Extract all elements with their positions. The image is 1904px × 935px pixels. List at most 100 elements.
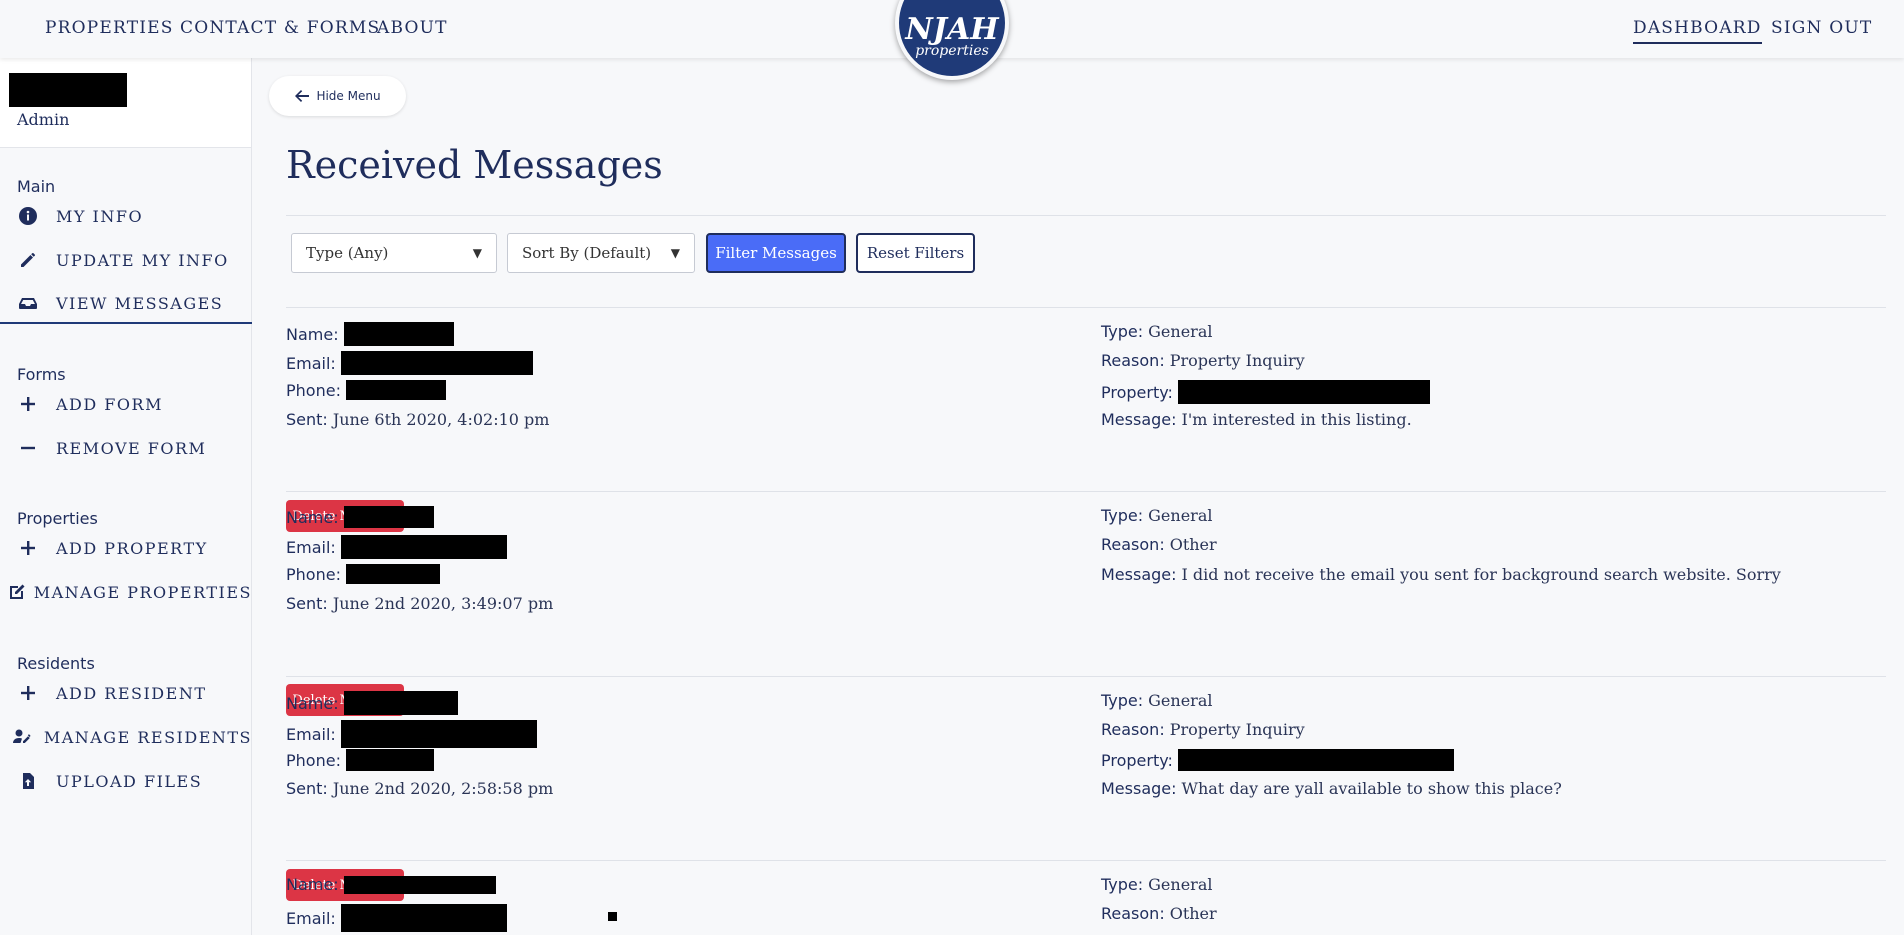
- type-value: General: [1148, 322, 1213, 341]
- main-content: Hide Menu Received Messages Type (Any) ▼…: [253, 58, 1904, 935]
- message-value: I did not receive the email you sent for…: [1181, 565, 1781, 584]
- type-value: General: [1148, 506, 1213, 525]
- minus-icon: [0, 438, 56, 458]
- divider: [286, 860, 1886, 861]
- reason-value: Other: [1169, 535, 1217, 554]
- message-value: I'm interested in this listing.: [1181, 410, 1412, 429]
- redacted-mark: [608, 912, 617, 921]
- type-label: Type:: [1101, 506, 1144, 525]
- type-label: Type:: [1101, 322, 1144, 341]
- property-label: Property:: [1101, 750, 1173, 770]
- page-title: Received Messages: [286, 143, 663, 187]
- sidebar-item-label: REMOVE FORM: [56, 438, 207, 458]
- phone-row: Phone:: [286, 380, 446, 400]
- email-row: Email:: [286, 351, 533, 375]
- redacted-property: [1177, 380, 1430, 404]
- sidebar: Admin Main MY INFO UPDATE MY INFO VIEW M…: [0, 58, 252, 935]
- reason-row: Reason: Other: [1101, 904, 1217, 923]
- sent-value: June 6th 2020, 4:02:10 pm: [332, 410, 550, 429]
- message-row: Message: I'm interested in this listing.: [1101, 410, 1412, 429]
- email-label: Email:: [286, 724, 336, 744]
- type-filter-value: Type (Any): [306, 244, 389, 262]
- redacted-name: [343, 322, 454, 346]
- phone-label: Phone:: [286, 564, 341, 584]
- sent-value: June 2nd 2020, 3:49:07 pm: [332, 594, 554, 613]
- phone-label: Phone:: [286, 750, 341, 770]
- name-row: Name:: [286, 322, 454, 346]
- message-label: Message:: [1101, 410, 1177, 429]
- sidebar-item-label: MY INFO: [56, 206, 144, 226]
- type-filter-select[interactable]: Type (Any) ▼: [291, 233, 497, 273]
- nav-contact-forms[interactable]: CONTACT & FORMS: [180, 18, 380, 38]
- sidebar-item-manage-properties[interactable]: MANAGE PROPERTIES: [0, 572, 252, 612]
- email-row: Email:: [286, 720, 537, 748]
- sent-label: Sent:: [286, 594, 328, 613]
- sidebar-item-label: ADD PROPERTY: [56, 538, 208, 558]
- hide-menu-label: Hide Menu: [316, 89, 381, 103]
- reason-value: Property Inquiry: [1169, 720, 1305, 739]
- redacted-email: [340, 720, 537, 748]
- arrow-left-icon: [295, 90, 310, 102]
- phone-row: Phone:: [286, 564, 440, 584]
- logo-text: NJAH: [905, 12, 999, 47]
- name-row: Name:: [286, 506, 434, 528]
- reason-value: Property Inquiry: [1169, 351, 1305, 370]
- user-edit-icon: [0, 727, 44, 747]
- sidebar-item-remove-form[interactable]: REMOVE FORM: [0, 428, 252, 468]
- property-row: Property:: [1101, 380, 1430, 404]
- sidebar-item-upload-files[interactable]: UPLOAD FILES: [0, 761, 252, 801]
- message-label: Message:: [1101, 779, 1177, 798]
- section-forms: Forms: [17, 365, 66, 384]
- name-label: Name:: [286, 693, 339, 713]
- plus-icon: [0, 538, 56, 558]
- hide-menu-button[interactable]: Hide Menu: [269, 76, 406, 116]
- redacted-email: [340, 351, 533, 375]
- email-label: Email:: [286, 908, 336, 928]
- nav-sign-out[interactable]: SIGN OUT: [1771, 18, 1872, 38]
- info-icon: [0, 206, 56, 226]
- redacted-phone: [345, 380, 446, 400]
- sent-value: June 2nd 2020, 2:58:58 pm: [332, 779, 554, 798]
- type-row: Type: General: [1101, 691, 1212, 710]
- pencil-icon: [0, 250, 56, 270]
- sidebar-item-view-messages[interactable]: VIEW MESSAGES: [0, 284, 252, 324]
- sidebar-item-add-property[interactable]: ADD PROPERTY: [0, 528, 252, 568]
- reset-filters-button[interactable]: Reset Filters: [856, 233, 975, 273]
- redacted-phone: [345, 749, 434, 771]
- type-label: Type:: [1101, 875, 1144, 894]
- divider: [286, 491, 1886, 492]
- nav-properties[interactable]: PROPERTIES: [45, 18, 174, 38]
- redacted-email: [340, 904, 507, 932]
- type-value: General: [1148, 691, 1213, 710]
- section-properties: Properties: [17, 509, 98, 528]
- type-row: Type: General: [1101, 875, 1212, 894]
- sidebar-item-label: ADD RESIDENT: [56, 683, 207, 703]
- sidebar-item-manage-residents[interactable]: MANAGE RESIDENTS: [0, 717, 252, 757]
- sidebar-item-label: MANAGE PROPERTIES: [33, 582, 252, 602]
- sidebar-item-label: ADD FORM: [56, 394, 163, 414]
- sidebar-item-update-info[interactable]: UPDATE MY INFO: [0, 240, 252, 280]
- sent-row: Sent: June 2nd 2020, 3:49:07 pm: [286, 594, 553, 613]
- sidebar-item-add-form[interactable]: ADD FORM: [0, 384, 252, 424]
- sidebar-item-my-info[interactable]: MY INFO: [0, 196, 252, 236]
- file-upload-icon: [0, 771, 56, 791]
- chevron-down-icon: ▼: [472, 246, 482, 260]
- email-label: Email:: [286, 537, 336, 557]
- reason-row: Reason: Property Inquiry: [1101, 720, 1305, 739]
- sidebar-item-add-resident[interactable]: ADD RESIDENT: [0, 673, 252, 713]
- sent-row: Sent: June 2nd 2020, 2:58:58 pm: [286, 779, 553, 798]
- filter-messages-button[interactable]: Filter Messages: [706, 233, 846, 273]
- reason-label: Reason:: [1101, 351, 1165, 370]
- sort-select[interactable]: Sort By (Default) ▼: [507, 233, 695, 273]
- nav-about[interactable]: ABOUT: [377, 18, 448, 38]
- type-row: Type: General: [1101, 506, 1212, 525]
- sent-label: Sent:: [286, 410, 328, 429]
- reason-value: Other: [1169, 904, 1217, 923]
- email-label: Email:: [286, 353, 336, 373]
- message-row: Message: I did not receive the email you …: [1101, 565, 1781, 584]
- redacted-name: [343, 691, 458, 715]
- name-label: Name:: [286, 507, 339, 527]
- email-row: Email:: [286, 535, 507, 559]
- name-row: Name:: [286, 875, 496, 894]
- nav-dashboard[interactable]: DASHBOARD: [1633, 18, 1762, 44]
